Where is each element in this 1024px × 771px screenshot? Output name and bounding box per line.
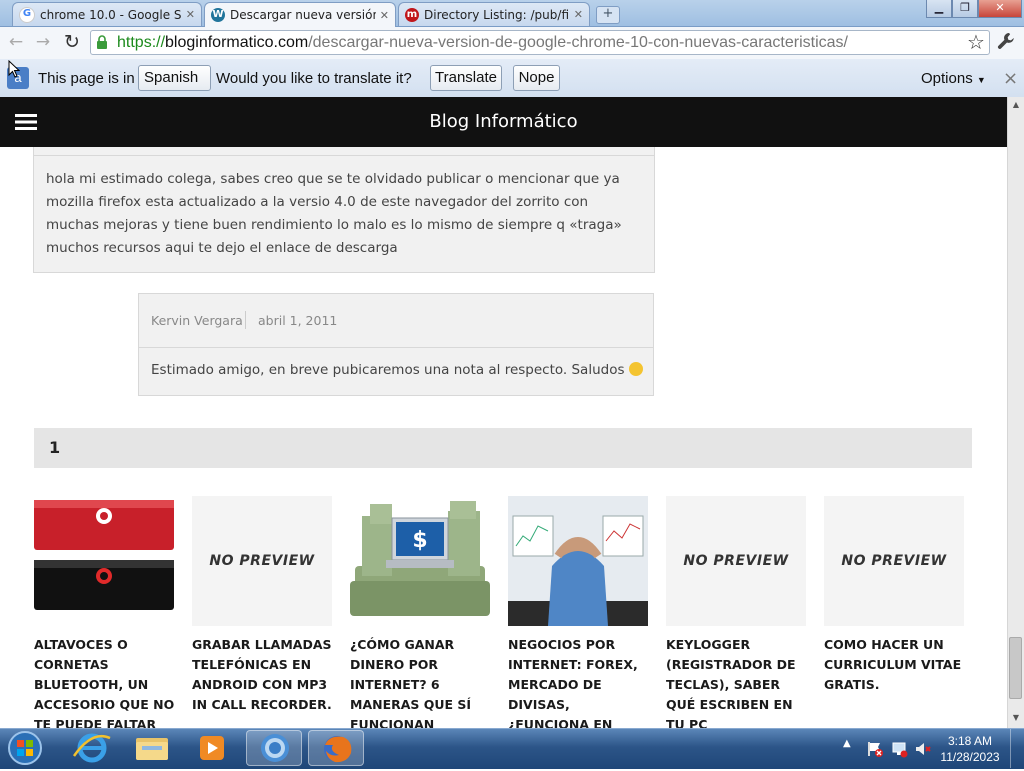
tab-google-search[interactable]: G chrome 10.0 - Google Se... ✕ — [12, 2, 202, 26]
related-post-title[interactable]: COMO HACER UN CURRICULUM VITAE GRATIS. — [824, 635, 970, 695]
pagination-bar — [34, 428, 972, 468]
money-laptop-image[interactable]: $ — [350, 496, 490, 626]
forward-button[interactable]: → — [32, 32, 54, 52]
url-host: bloginformatico.com — [165, 34, 309, 51]
mouse-cursor-icon — [8, 59, 21, 78]
url-path: /descargar-nueva-version-de-google-chrom… — [308, 34, 848, 51]
tab-title: chrome 10.0 - Google Se... — [40, 7, 182, 22]
clock-time: 3:18 AM — [947, 734, 993, 748]
site-title[interactable]: Blog Informático — [0, 97, 1007, 147]
no-preview-thumbnail[interactable]: NO PREVIEW — [666, 496, 806, 626]
start-orb-icon[interactable] — [6, 730, 44, 766]
url-scheme: https:// — [117, 34, 166, 51]
comment-text: hola mi estimado colega, sabes creo que … — [46, 171, 622, 256]
back-button[interactable]: ← — [5, 32, 27, 52]
trader-image[interactable] — [508, 496, 648, 626]
scroll-down-icon[interactable]: ▼ — [1010, 713, 1022, 725]
wordpress-icon: W — [211, 8, 225, 22]
comment-author[interactable]: Kervin Vergara — [151, 313, 243, 328]
smiley-icon — [628, 362, 643, 376]
reload-button[interactable]: ↻ — [61, 32, 83, 52]
related-post-title-wrap: COMO HACER UN CURRICULUM VITAE GRATIS. — [824, 635, 970, 728]
options-label: Options — [921, 70, 973, 87]
related-post-title-wrap: NEGOCIOS POR INTERNET: FOREX, MERCADO DE… — [508, 635, 654, 728]
tab-directory-listing[interactable]: m Directory Listing: /pub/fir... ✕ — [398, 2, 590, 26]
reply-text: Estimado amigo, en breve pubicaremos una… — [151, 362, 625, 378]
wrench-icon[interactable] — [996, 31, 1018, 53]
google-icon: G — [19, 6, 35, 23]
tab-title: Directory Listing: /pub/fir... — [424, 7, 570, 22]
svg-text:$: $ — [412, 528, 427, 553]
translate-question: Would you like to translate it? — [216, 70, 412, 87]
no-preview-thumbnail[interactable]: NO PREVIEW — [824, 496, 964, 626]
language-select-value: Spanish — [144, 69, 199, 86]
related-post-title-wrap: KEYLOGGER (REGISTRADOR DE TECLAS), SABER… — [666, 635, 812, 728]
tab-descargar[interactable]: W Descargar nueva versión ... ✕ — [204, 2, 396, 27]
related-post-title[interactable]: KEYLOGGER (REGISTRADOR DE TECLAS), SABER… — [666, 635, 812, 728]
firefox-taskbar-icon[interactable] — [308, 730, 364, 766]
close-tab-icon[interactable]: ✕ — [186, 8, 195, 21]
tab-title: Descargar nueva versión ... — [230, 8, 376, 22]
internet-explorer-icon[interactable] — [64, 730, 120, 766]
comment-date[interactable]: abril 1, 2011 — [258, 313, 337, 328]
close-translate-bar-button[interactable]: × — [1003, 68, 1018, 89]
language-select[interactable]: Spanish ▼ — [138, 65, 211, 108]
chrome-taskbar-icon[interactable] — [246, 730, 302, 766]
translate-button[interactable]: Translate — [430, 65, 502, 91]
current-page-number[interactable]: 1 — [49, 438, 60, 457]
show-hidden-icons-button[interactable]: ▲ — [843, 738, 851, 749]
related-post-title-wrap: ¿CÓMO GANAR DINERO POR INTERNET? 6 MANER… — [350, 635, 496, 728]
network-icon[interactable] — [890, 740, 908, 758]
related-post-title-wrap: ALTAVOCES O CORNETAS BLUETOOTH, UN ACCES… — [34, 635, 180, 728]
nope-button[interactable]: Nope — [513, 65, 560, 91]
related-post-title[interactable]: GRABAR LLAMADAS TELEFÓNICAS EN ANDROID C… — [192, 635, 338, 715]
mozilla-icon: m — [405, 7, 419, 22]
minimize-button[interactable]: ▁ — [926, 0, 952, 18]
file-explorer-icon[interactable] — [124, 730, 180, 766]
page-scrollbar[interactable] — [1007, 97, 1024, 728]
speaker-image[interactable] — [34, 496, 174, 626]
related-post-title-wrap: GRABAR LLAMADAS TELEFÓNICAS EN ANDROID C… — [192, 635, 338, 728]
related-post-title[interactable]: ALTAVOCES O CORNETAS BLUETOOTH, UN ACCES… — [34, 635, 180, 728]
system-clock[interactable]: 3:18 AM 11/28/2023 — [940, 733, 1000, 765]
comment-text: Estimado amigo, en breve pubicaremos una… — [151, 359, 643, 382]
volume-muted-icon[interactable] — [914, 740, 932, 758]
translate-prefix: This page is in — [38, 70, 135, 87]
maximize-button[interactable]: ❐ — [952, 0, 978, 18]
scroll-up-icon[interactable]: ▲ — [1010, 100, 1022, 112]
meta-separator — [245, 311, 246, 329]
chevron-down-icon: ▼ — [976, 75, 986, 85]
bookmark-star-icon[interactable]: ☆ — [965, 31, 987, 53]
related-post-title[interactable]: NEGOCIOS POR INTERNET: FOREX, MERCADO DE… — [508, 635, 654, 728]
address-bar[interactable]: https://bloginformatico.com/descargar-nu… — [90, 30, 990, 55]
new-tab-button[interactable]: + — [596, 6, 620, 24]
close-window-button[interactable]: ✕ — [978, 0, 1022, 18]
no-preview-thumbnail[interactable]: NO PREVIEW — [192, 496, 332, 626]
media-player-icon[interactable] — [184, 730, 240, 766]
comment-divider — [33, 155, 655, 156]
show-desktop-button[interactable] — [1010, 729, 1024, 768]
scrollbar-thumb[interactable] — [1009, 637, 1022, 699]
clock-date: 11/28/2023 — [940, 750, 1000, 764]
related-post-title[interactable]: ¿CÓMO GANAR DINERO POR INTERNET? 6 MANER… — [350, 635, 496, 728]
lock-icon[interactable] — [96, 35, 108, 50]
close-tab-icon[interactable]: ✕ — [380, 9, 389, 22]
options-menu[interactable]: Options ▼ — [921, 70, 986, 87]
comment-divider — [138, 347, 654, 348]
action-center-flag-icon[interactable] — [866, 740, 884, 758]
close-tab-icon[interactable]: ✕ — [574, 8, 583, 21]
